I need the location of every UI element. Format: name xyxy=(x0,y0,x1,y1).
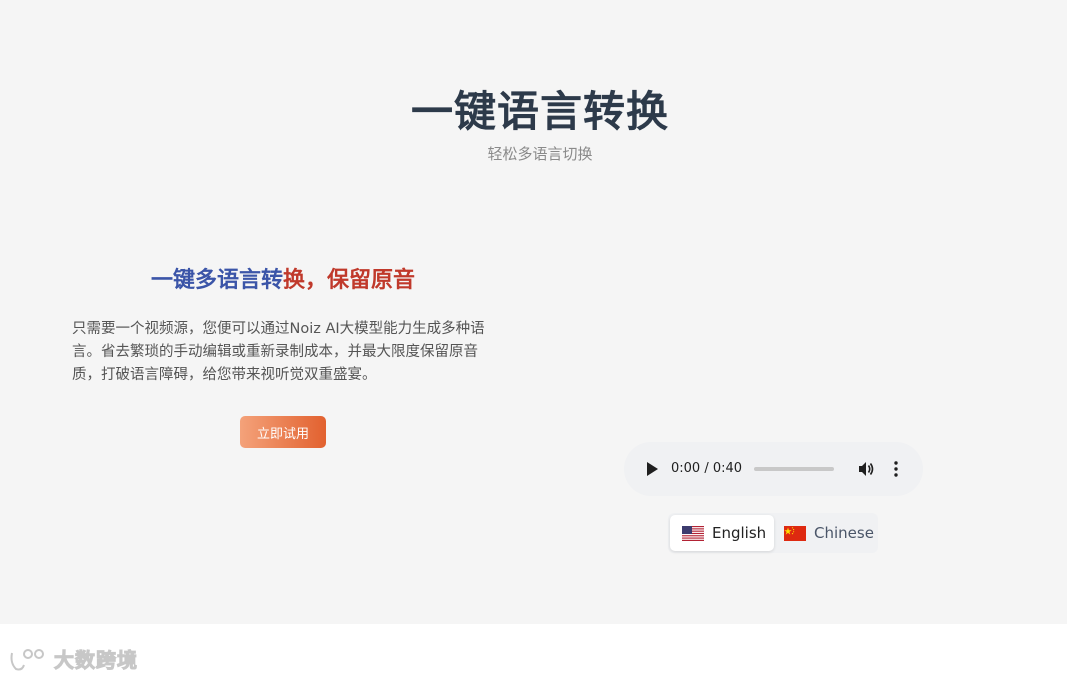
feature-description: 只需要一个视频源，您便可以通过Noiz AI大模型能力生成多种语言。省去繁琐的手… xyxy=(72,321,485,383)
audio-seek-bar[interactable] xyxy=(754,467,834,471)
play-icon[interactable] xyxy=(644,461,660,477)
watermark-logo-icon xyxy=(10,648,44,670)
try-now-button[interactable]: 立即试用 xyxy=(240,416,326,448)
page-title: 一键语言转换 xyxy=(410,87,669,136)
volume-icon[interactable] xyxy=(857,460,875,478)
watermark: 大数跨境 xyxy=(8,644,138,673)
cn-flag-icon xyxy=(784,525,806,541)
language-toggle: English Chinese xyxy=(668,513,878,553)
language-option-chinese[interactable]: Chinese xyxy=(776,515,876,551)
language-label-english: English xyxy=(712,524,767,542)
feature-title: 一键多语言转换，保留原音 xyxy=(72,262,494,294)
language-label-chinese: Chinese xyxy=(814,524,874,542)
language-option-english[interactable]: English xyxy=(670,515,774,551)
more-options-icon[interactable] xyxy=(892,460,900,478)
watermark-text: 大数跨境 xyxy=(54,648,138,673)
us-flag-icon xyxy=(682,525,704,541)
audio-time: 0:00 / 0:40 xyxy=(671,461,743,476)
page-subtitle: 轻松多语言切换 xyxy=(487,145,593,163)
feature-title-part2: 换，保留原音 xyxy=(283,268,416,293)
audio-player: 0:00 / 0:40 xyxy=(624,442,923,496)
feature-title-part1: 一键多语言转 xyxy=(150,268,283,293)
hero-section: 一键语言转换 轻松多语言切换 一键多语言转换，保留原音 只需要一个视频源，您便可… xyxy=(0,0,1067,624)
